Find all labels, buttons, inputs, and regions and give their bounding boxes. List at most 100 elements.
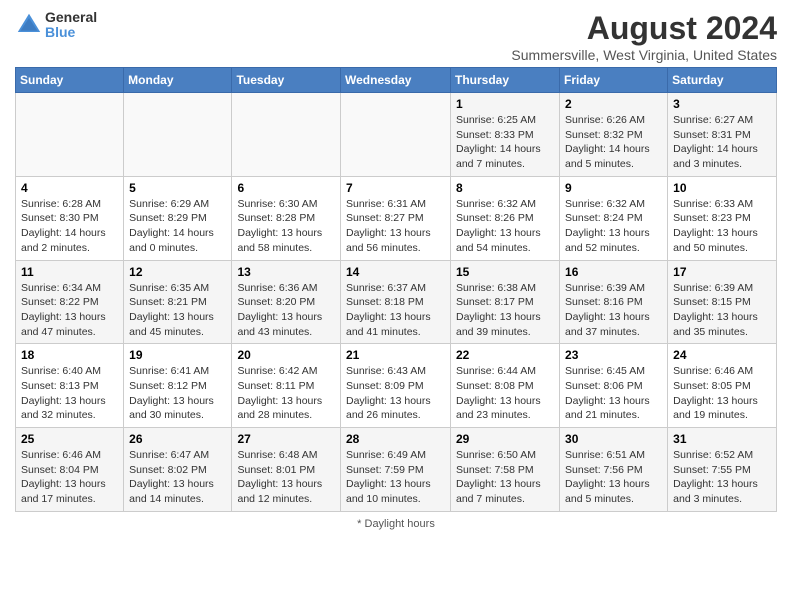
calendar-col-header: Saturday <box>668 68 777 93</box>
day-info: Sunrise: 6:33 AM Sunset: 8:23 PM Dayligh… <box>673 197 771 256</box>
calendar-cell: 1 Sunrise: 6:25 AM Sunset: 8:33 PM Daylig… <box>451 93 560 177</box>
calendar-cell: 6 Sunrise: 6:30 AM Sunset: 8:28 PM Daylig… <box>232 176 341 260</box>
day-number: 29 <box>456 432 554 446</box>
day-info: Sunrise: 6:46 AM Sunset: 8:05 PM Dayligh… <box>673 364 771 423</box>
title-area: August 2024 Summersville, West Virginia,… <box>511 10 777 63</box>
day-number: 6 <box>237 181 335 195</box>
calendar-cell <box>232 93 341 177</box>
calendar-cell: 11 Sunrise: 6:34 AM Sunset: 8:22 PM Dayli… <box>16 260 124 344</box>
calendar-col-header: Wednesday <box>341 68 451 93</box>
calendar-cell: 29 Sunrise: 6:50 AM Sunset: 7:58 PM Dayli… <box>451 428 560 512</box>
day-number: 24 <box>673 348 771 362</box>
calendar-cell: 31Sunrise: 6:52 AM Sunset: 7:55 PM Dayli… <box>668 428 777 512</box>
day-number: 15 <box>456 265 554 279</box>
day-info: Sunrise: 6:34 AM Sunset: 8:22 PM Dayligh… <box>21 281 118 340</box>
calendar-cell: 24 Sunrise: 6:46 AM Sunset: 8:05 PM Dayli… <box>668 344 777 428</box>
day-number: 30 <box>565 432 662 446</box>
day-number: 10 <box>673 181 771 195</box>
day-info: Sunrise: 6:44 AM Sunset: 8:08 PM Dayligh… <box>456 364 554 423</box>
day-number: 4 <box>21 181 118 195</box>
calendar-cell: 27 Sunrise: 6:48 AM Sunset: 8:01 PM Dayli… <box>232 428 341 512</box>
calendar-cell: 4 Sunrise: 6:28 AM Sunset: 8:30 PM Daylig… <box>16 176 124 260</box>
day-number: 11 <box>21 265 118 279</box>
day-number: 31 <box>673 432 771 446</box>
calendar-cell: 28 Sunrise: 6:49 AM Sunset: 7:59 PM Dayli… <box>341 428 451 512</box>
day-number: 8 <box>456 181 554 195</box>
calendar: SundayMondayTuesdayWednesdayThursdayFrid… <box>15 67 777 512</box>
logo: General Blue <box>15 10 97 41</box>
calendar-cell: 23Sunrise: 6:45 AM Sunset: 8:06 PM Dayli… <box>560 344 668 428</box>
calendar-cell <box>341 93 451 177</box>
day-info: Sunrise: 6:39 AM Sunset: 8:15 PM Dayligh… <box>673 281 771 340</box>
calendar-cell <box>124 93 232 177</box>
logo-text: General Blue <box>45 10 97 41</box>
day-number: 14 <box>346 265 445 279</box>
calendar-body: 1 Sunrise: 6:25 AM Sunset: 8:33 PM Daylig… <box>16 93 777 512</box>
calendar-cell: 8 Sunrise: 6:32 AM Sunset: 8:26 PM Daylig… <box>451 176 560 260</box>
calendar-cell: 20 Sunrise: 6:42 AM Sunset: 8:11 PM Dayli… <box>232 344 341 428</box>
calendar-cell: 3Sunrise: 6:27 AM Sunset: 8:31 PM Daylig… <box>668 93 777 177</box>
calendar-week-row: 4 Sunrise: 6:28 AM Sunset: 8:30 PM Daylig… <box>16 176 777 260</box>
footer-note: * Daylight hours <box>15 518 777 530</box>
calendar-cell: 16Sunrise: 6:39 AM Sunset: 8:16 PM Dayli… <box>560 260 668 344</box>
day-number: 25 <box>21 432 118 446</box>
day-info: Sunrise: 6:38 AM Sunset: 8:17 PM Dayligh… <box>456 281 554 340</box>
subtitle: Summersville, West Virginia, United Stat… <box>511 47 777 63</box>
day-info: Sunrise: 6:51 AM Sunset: 7:56 PM Dayligh… <box>565 448 662 507</box>
logo-line2: Blue <box>45 25 97 40</box>
calendar-cell: 26Sunrise: 6:47 AM Sunset: 8:02 PM Dayli… <box>124 428 232 512</box>
day-number: 26 <box>129 432 226 446</box>
calendar-cell: 9Sunrise: 6:32 AM Sunset: 8:24 PM Daylig… <box>560 176 668 260</box>
calendar-cell: 30 Sunrise: 6:51 AM Sunset: 7:56 PM Dayli… <box>560 428 668 512</box>
day-number: 13 <box>237 265 335 279</box>
day-number: 27 <box>237 432 335 446</box>
day-number: 9 <box>565 181 662 195</box>
day-number: 20 <box>237 348 335 362</box>
day-info: Sunrise: 6:31 AM Sunset: 8:27 PM Dayligh… <box>346 197 445 256</box>
day-info: Sunrise: 6:42 AM Sunset: 8:11 PM Dayligh… <box>237 364 335 423</box>
day-info: Sunrise: 6:25 AM Sunset: 8:33 PM Dayligh… <box>456 113 554 172</box>
day-info: Sunrise: 6:26 AM Sunset: 8:32 PM Dayligh… <box>565 113 662 172</box>
day-info: Sunrise: 6:32 AM Sunset: 8:26 PM Dayligh… <box>456 197 554 256</box>
calendar-cell: 2 Sunrise: 6:26 AM Sunset: 8:32 PM Daylig… <box>560 93 668 177</box>
day-number: 16 <box>565 265 662 279</box>
calendar-col-header: Friday <box>560 68 668 93</box>
day-info: Sunrise: 6:43 AM Sunset: 8:09 PM Dayligh… <box>346 364 445 423</box>
day-info: Sunrise: 6:48 AM Sunset: 8:01 PM Dayligh… <box>237 448 335 507</box>
day-info: Sunrise: 6:40 AM Sunset: 8:13 PM Dayligh… <box>21 364 118 423</box>
day-info: Sunrise: 6:49 AM Sunset: 7:59 PM Dayligh… <box>346 448 445 507</box>
calendar-cell: 18 Sunrise: 6:40 AM Sunset: 8:13 PM Dayli… <box>16 344 124 428</box>
day-number: 21 <box>346 348 445 362</box>
calendar-week-row: 1 Sunrise: 6:25 AM Sunset: 8:33 PM Daylig… <box>16 93 777 177</box>
day-info: Sunrise: 6:37 AM Sunset: 8:18 PM Dayligh… <box>346 281 445 340</box>
calendar-cell: 17Sunrise: 6:39 AM Sunset: 8:15 PM Dayli… <box>668 260 777 344</box>
calendar-cell: 25Sunrise: 6:46 AM Sunset: 8:04 PM Dayli… <box>16 428 124 512</box>
calendar-week-row: 11 Sunrise: 6:34 AM Sunset: 8:22 PM Dayli… <box>16 260 777 344</box>
day-number: 12 <box>129 265 226 279</box>
day-number: 23 <box>565 348 662 362</box>
header: General Blue August 2024 Summersville, W… <box>15 10 777 63</box>
day-info: Sunrise: 6:30 AM Sunset: 8:28 PM Dayligh… <box>237 197 335 256</box>
calendar-week-row: 25Sunrise: 6:46 AM Sunset: 8:04 PM Dayli… <box>16 428 777 512</box>
calendar-cell: 5Sunrise: 6:29 AM Sunset: 8:29 PM Daylig… <box>124 176 232 260</box>
day-number: 28 <box>346 432 445 446</box>
calendar-cell: 10 Sunrise: 6:33 AM Sunset: 8:23 PM Dayli… <box>668 176 777 260</box>
calendar-cell: 14 Sunrise: 6:37 AM Sunset: 8:18 PM Dayli… <box>341 260 451 344</box>
calendar-cell: 21 Sunrise: 6:43 AM Sunset: 8:09 PM Dayli… <box>341 344 451 428</box>
logo-icon <box>15 11 43 39</box>
calendar-col-header: Sunday <box>16 68 124 93</box>
day-number: 22 <box>456 348 554 362</box>
calendar-cell: 7Sunrise: 6:31 AM Sunset: 8:27 PM Daylig… <box>341 176 451 260</box>
day-info: Sunrise: 6:50 AM Sunset: 7:58 PM Dayligh… <box>456 448 554 507</box>
header-row: SundayMondayTuesdayWednesdayThursdayFrid… <box>16 68 777 93</box>
calendar-week-row: 18 Sunrise: 6:40 AM Sunset: 8:13 PM Dayli… <box>16 344 777 428</box>
day-info: Sunrise: 6:28 AM Sunset: 8:30 PM Dayligh… <box>21 197 118 256</box>
calendar-col-header: Monday <box>124 68 232 93</box>
day-number: 2 <box>565 97 662 111</box>
calendar-cell: 15 Sunrise: 6:38 AM Sunset: 8:17 PM Dayli… <box>451 260 560 344</box>
day-number: 19 <box>129 348 226 362</box>
day-number: 1 <box>456 97 554 111</box>
footer-text: Daylight hours <box>365 518 435 530</box>
day-number: 18 <box>21 348 118 362</box>
calendar-header: SundayMondayTuesdayWednesdayThursdayFrid… <box>16 68 777 93</box>
